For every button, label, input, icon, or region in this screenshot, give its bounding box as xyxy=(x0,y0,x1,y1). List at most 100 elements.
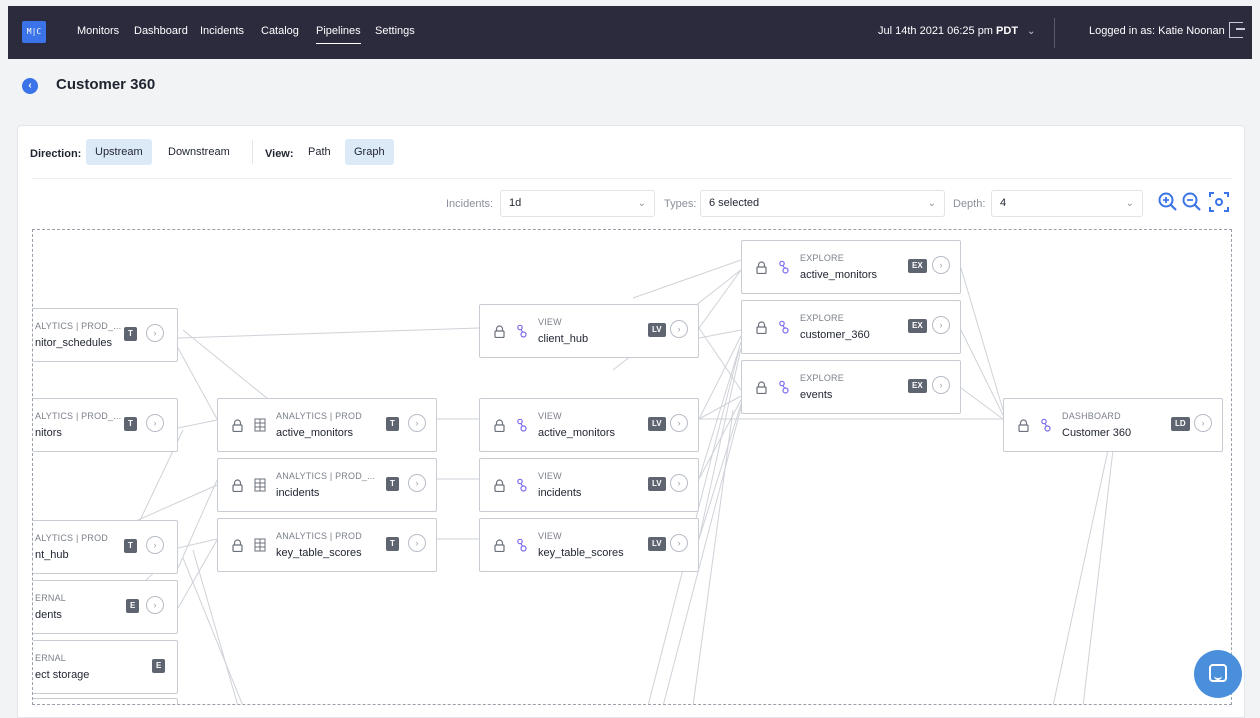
node-name: nitor_schedules xyxy=(35,337,113,349)
expand-arrow-icon[interactable]: › xyxy=(932,256,950,274)
node-category: ANALYTICS | PROD xyxy=(276,531,362,541)
lineage-node[interactable]: VIEW incidents LV › xyxy=(479,458,699,512)
expand-arrow-icon[interactable]: › xyxy=(670,414,688,432)
nav-dashboard[interactable]: Dashboard xyxy=(134,25,188,37)
table-icon xyxy=(254,418,266,432)
lock-icon xyxy=(494,419,505,432)
node-category: ANALYTICS | PROD_... xyxy=(276,471,376,481)
lineage-node[interactable]: VIEW key_table_scores LV › xyxy=(479,518,699,572)
logout-icon[interactable] xyxy=(1229,22,1245,38)
downstream-button[interactable]: Downstream xyxy=(159,139,239,165)
view-label: View: xyxy=(265,148,294,160)
depth-select[interactable]: 4 ⌄ xyxy=(991,190,1143,217)
node-name: active_monitors xyxy=(800,269,878,281)
lineage-node[interactable]: ERNAL dents E › xyxy=(33,580,178,634)
lineage-node[interactable] xyxy=(33,698,178,704)
expand-arrow-icon[interactable]: › xyxy=(408,474,426,492)
chat-icon xyxy=(1209,664,1227,682)
expand-arrow-icon[interactable]: › xyxy=(408,534,426,552)
lineage-node[interactable]: VIEW client_hub LV › xyxy=(479,304,699,358)
lineage-node[interactable]: VIEW active_monitors LV › xyxy=(479,398,699,452)
expand-arrow-icon[interactable]: › xyxy=(146,324,164,342)
explore-icon xyxy=(779,380,789,394)
lineage-panel: Direction: Upstream Downstream View: Pat… xyxy=(17,125,1245,718)
chevron-down-icon: ⌄ xyxy=(927,198,936,209)
expand-arrow-icon[interactable]: › xyxy=(146,536,164,554)
direction-label: Direction: xyxy=(30,148,82,160)
lock-icon xyxy=(1018,419,1029,432)
path-button[interactable]: Path xyxy=(299,139,340,165)
node-category: ALYTICS | PROD_... xyxy=(35,321,122,331)
graph-button[interactable]: Graph xyxy=(345,139,394,165)
node-name: client_hub xyxy=(538,333,589,345)
upstream-button[interactable]: Upstream xyxy=(86,139,152,165)
node-type-badge: T xyxy=(386,477,399,491)
lineage-node[interactable]: ALYTICS | PROD_... nitor_schedules T › xyxy=(33,308,178,362)
zoom-out-icon[interactable] xyxy=(1181,190,1203,214)
node-name: nitors xyxy=(35,427,62,439)
nav-incidents[interactable]: Incidents xyxy=(200,25,244,37)
table-icon xyxy=(254,478,266,492)
lineage-node[interactable]: EXPLORE events EX › xyxy=(741,360,961,414)
lock-icon xyxy=(232,539,243,552)
nav-pipelines[interactable]: Pipelines xyxy=(316,25,361,44)
types-select[interactable]: 6 selected ⌄ xyxy=(700,190,945,217)
node-type-badge: LV xyxy=(648,537,666,551)
chat-launcher-button[interactable] xyxy=(1194,650,1242,698)
lineage-node[interactable]: DASHBOARD Customer 360 LD › xyxy=(1003,398,1223,452)
fit-view-icon[interactable] xyxy=(1208,190,1230,214)
node-category: ERNAL xyxy=(35,593,67,603)
lineage-node[interactable]: ERNAL ect storage E xyxy=(33,640,178,694)
depth-select-value: 4 xyxy=(1000,197,1007,209)
node-name: events xyxy=(800,389,833,401)
node-type-badge: E xyxy=(152,659,166,673)
lineage-node[interactable]: ALYTICS | PROD_... nitors T › xyxy=(33,398,178,452)
node-category: ERNAL xyxy=(35,653,67,663)
expand-arrow-icon[interactable]: › xyxy=(146,596,164,614)
node-type-badge: EX xyxy=(908,259,927,273)
node-category: VIEW xyxy=(538,411,562,421)
types-filter-label: Types: xyxy=(664,198,697,210)
expand-arrow-icon[interactable]: › xyxy=(670,534,688,552)
node-type-badge: E xyxy=(126,599,140,613)
expand-arrow-icon[interactable]: › xyxy=(408,414,426,432)
node-name: nt_hub xyxy=(35,549,69,561)
lineage-graph[interactable]: ALYTICS | PROD_... nitor_schedules T › A… xyxy=(32,229,1232,705)
lineage-node[interactable]: ANALYTICS | PROD active_monitors T › xyxy=(217,398,437,452)
lineage-node[interactable]: ANALYTICS | PROD_... incidents T › xyxy=(217,458,437,512)
chevron-down-icon: ⌄ xyxy=(637,198,646,209)
lock-icon xyxy=(756,381,767,394)
node-category: ALYTICS | PROD xyxy=(35,533,108,543)
expand-arrow-icon[interactable]: › xyxy=(146,414,164,432)
node-category: EXPLORE xyxy=(800,313,844,323)
logo[interactable]: M|C xyxy=(22,21,46,43)
back-icon[interactable]: ‹ xyxy=(22,78,38,94)
lineage-node[interactable]: ANALYTICS | PROD key_table_scores T › xyxy=(217,518,437,572)
lock-icon xyxy=(494,479,505,492)
node-type-badge: LD xyxy=(1171,417,1190,431)
node-type-badge: EX xyxy=(908,319,927,333)
incidents-select-value: 1d xyxy=(509,197,522,209)
table-icon xyxy=(254,538,266,552)
divider xyxy=(252,140,253,164)
lineage-node[interactable]: EXPLORE active_monitors EX › xyxy=(741,240,961,294)
node-name: Customer 360 xyxy=(1062,427,1132,439)
nav-catalog[interactable]: Catalog xyxy=(261,25,299,37)
expand-arrow-icon[interactable]: › xyxy=(932,316,950,334)
zoom-in-icon[interactable] xyxy=(1157,190,1179,214)
lineage-node[interactable]: EXPLORE customer_360 EX › xyxy=(741,300,961,354)
node-name: incidents xyxy=(538,487,582,499)
view-icon xyxy=(517,418,527,432)
expand-arrow-icon[interactable]: › xyxy=(670,320,688,338)
incidents-select[interactable]: 1d ⌄ xyxy=(500,190,655,217)
node-name: incidents xyxy=(276,487,320,499)
expand-arrow-icon[interactable]: › xyxy=(1194,414,1212,432)
expand-arrow-icon[interactable]: › xyxy=(932,376,950,394)
chevron-down-icon[interactable]: ⌄ xyxy=(1027,26,1035,37)
datetime-selector[interactable]: Jul 14th 2021 06:25 pm PDT xyxy=(878,25,1018,37)
expand-arrow-icon[interactable]: › xyxy=(670,474,688,492)
lock-icon xyxy=(232,479,243,492)
lineage-node[interactable]: ALYTICS | PROD nt_hub T › xyxy=(33,520,178,574)
nav-settings[interactable]: Settings xyxy=(375,25,415,37)
nav-monitors[interactable]: Monitors xyxy=(77,25,119,37)
